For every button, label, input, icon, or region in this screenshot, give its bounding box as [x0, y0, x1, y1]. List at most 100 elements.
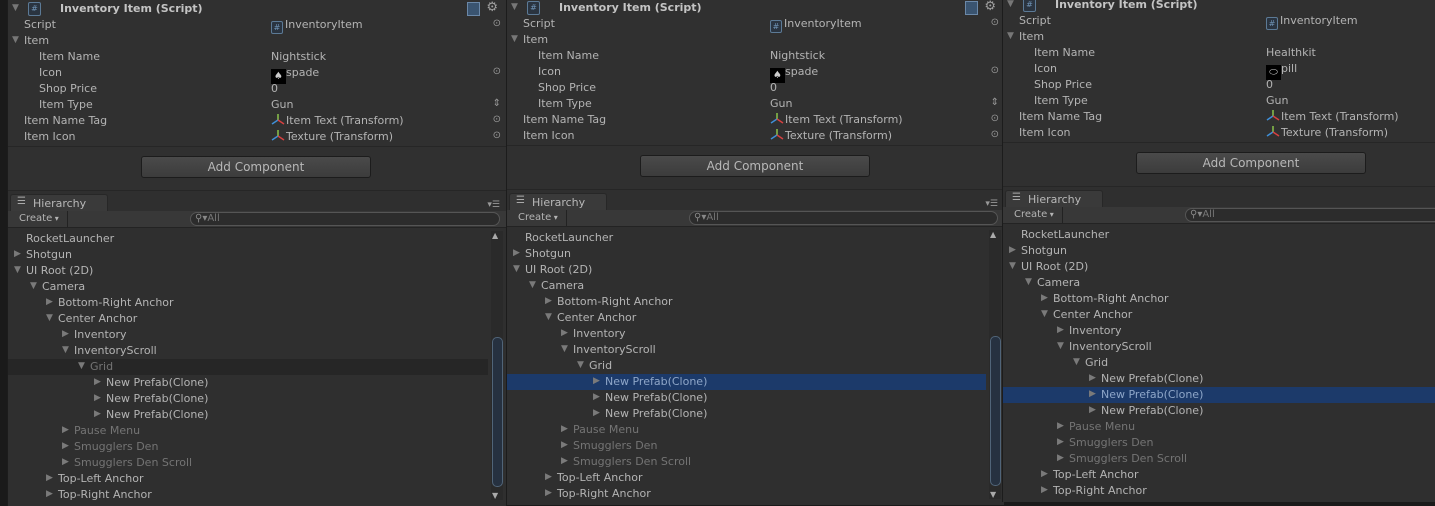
hierarchy-item[interactable]: ▼ Center Anchor: [8, 311, 488, 327]
expanded-arrow-icon[interactable]: ▼: [62, 345, 69, 355]
hierarchy-item[interactable]: ▶ Smugglers Den Scroll: [8, 455, 488, 471]
hierarchy-item[interactable]: ▶ New Prefab(Clone): [8, 391, 488, 407]
expanded-arrow-icon[interactable]: ▼: [529, 280, 536, 290]
collapsed-arrow-icon[interactable]: ▶: [1089, 373, 1096, 383]
collapsed-arrow-icon[interactable]: ▶: [593, 408, 600, 418]
expanded-arrow-icon[interactable]: ▼: [561, 344, 568, 354]
target-icon[interactable]: ⊙: [991, 17, 999, 28]
panel-menu-icon[interactable]: ▾☰: [487, 200, 500, 210]
scrollbar-thumb[interactable]: [990, 336, 1001, 486]
hierarchy-item[interactable]: ▼ Camera: [507, 278, 986, 294]
collapsed-arrow-icon[interactable]: ▶: [1041, 485, 1048, 495]
expanded-arrow-icon[interactable]: ▼: [545, 312, 552, 322]
hierarchy-item[interactable]: ▶ Inventory: [1003, 323, 1435, 339]
create-dropdown[interactable]: Create ▾: [13, 211, 68, 227]
hierarchy-item[interactable]: ▶ New Prefab(Clone): [507, 406, 986, 422]
property-row[interactable]: Item Name Nightstick: [507, 48, 1004, 64]
expanded-arrow-icon[interactable]: ▼: [577, 360, 584, 370]
collapsed-arrow-icon[interactable]: ▶: [561, 456, 568, 466]
property-value[interactable]: # InventoryItem: [770, 17, 862, 33]
search-input[interactable]: ⚲▾All: [689, 211, 998, 225]
collapsed-arrow-icon[interactable]: ▶: [545, 296, 552, 306]
collapsed-arrow-icon[interactable]: ▶: [1057, 325, 1064, 335]
property-value[interactable]: Nightstick: [271, 50, 326, 63]
property-value[interactable]: Gun: [271, 98, 293, 111]
collapsed-arrow-icon[interactable]: ▶: [545, 488, 552, 498]
collapsed-arrow-icon[interactable]: ▶: [561, 424, 568, 434]
foldout-arrow-icon[interactable]: ▼: [1007, 0, 1014, 9]
hierarchy-item[interactable]: ▶ Shotgun: [1003, 243, 1435, 259]
property-value[interactable]: Texture (Transform): [271, 130, 393, 143]
hierarchy-item[interactable]: ▶ New Prefab(Clone): [507, 390, 986, 406]
scroll-down-arrow-icon[interactable]: ▼: [492, 491, 498, 500]
hierarchy-item[interactable]: ▼ Camera: [8, 279, 488, 295]
expanded-arrow-icon[interactable]: ▼: [1041, 309, 1048, 319]
collapsed-arrow-icon[interactable]: ▶: [1057, 453, 1064, 463]
collapsed-arrow-icon[interactable]: ▶: [1009, 245, 1016, 255]
hierarchy-item[interactable]: ▼ Grid: [507, 358, 986, 374]
hierarchy-item[interactable]: ▼ InventoryScroll: [1003, 339, 1435, 355]
collapsed-arrow-icon[interactable]: ▶: [46, 297, 53, 307]
property-row[interactable]: Icon ♠ spade ⊙: [507, 64, 1004, 83]
target-icon[interactable]: ⊙: [991, 113, 999, 124]
create-dropdown[interactable]: Create ▾: [512, 210, 567, 226]
expanded-arrow-icon[interactable]: ▼: [1009, 261, 1016, 271]
expanded-arrow-icon[interactable]: ▼: [1073, 357, 1080, 367]
expanded-arrow-icon[interactable]: ▼: [46, 313, 53, 323]
expanded-arrow-icon[interactable]: ▼: [78, 361, 85, 371]
property-row[interactable]: Item Name Nightstick: [8, 49, 506, 65]
hierarchy-item[interactable]: RocketLauncher: [507, 230, 986, 246]
property-value[interactable]: 0: [770, 81, 777, 94]
collapsed-arrow-icon[interactable]: ▶: [62, 425, 69, 435]
hierarchy-item[interactable]: ▶ Bottom-Right Anchor: [8, 295, 488, 311]
hierarchy-item[interactable]: ▼ Camera: [1003, 275, 1435, 291]
hierarchy-item[interactable]: ▶ Top-Left Anchor: [1003, 467, 1435, 483]
panel-menu-icon[interactable]: ▾☰: [985, 199, 998, 209]
hierarchy-item[interactable]: ▶ Pause Menu: [8, 423, 488, 439]
property-row[interactable]: Item Name Healthkit: [1003, 45, 1435, 61]
collapsed-arrow-icon[interactable]: ▶: [1089, 389, 1096, 399]
target-icon[interactable]: ⊙: [493, 114, 501, 125]
collapsed-arrow-icon[interactable]: ▶: [561, 328, 568, 338]
expanded-arrow-icon[interactable]: ▼: [14, 265, 21, 275]
hierarchy-item[interactable]: ▶ New Prefab(Clone): [1003, 371, 1435, 387]
expanded-arrow-icon[interactable]: ▼: [513, 264, 520, 274]
collapsed-arrow-icon[interactable]: ▶: [513, 248, 520, 258]
collapsed-arrow-icon[interactable]: ▶: [1041, 293, 1048, 303]
hierarchy-item[interactable]: ▼ InventoryScroll: [507, 342, 986, 358]
property-row[interactable]: Shop Price 0: [1003, 77, 1435, 93]
property-value[interactable]: Gun: [770, 97, 792, 110]
property-value[interactable]: # InventoryItem: [1266, 14, 1358, 30]
collapsed-arrow-icon[interactable]: ▶: [62, 441, 69, 451]
gear-icon[interactable]: ⚙: [486, 0, 498, 15]
hierarchy-item[interactable]: ▼ Grid: [1003, 355, 1435, 371]
property-row[interactable]: Script # InventoryItem ⊙: [8, 17, 506, 34]
collapsed-arrow-icon[interactable]: ▶: [94, 377, 101, 387]
add-component-button[interactable]: Add Component: [1136, 152, 1366, 174]
property-row[interactable]: Shop Price 0: [507, 80, 1004, 96]
property-value[interactable]: # InventoryItem: [271, 18, 363, 34]
property-row[interactable]: Item Type Gun ⇕: [507, 96, 1004, 112]
foldout-arrow-icon[interactable]: ▼: [12, 3, 19, 13]
foldout-arrow-icon[interactable]: ▼: [1007, 31, 1014, 41]
property-row[interactable]: Shop Price 0: [8, 81, 506, 97]
hierarchy-item[interactable]: ▶ Shotgun: [8, 247, 488, 263]
foldout-arrow-icon[interactable]: ▼: [511, 34, 518, 44]
collapsed-arrow-icon[interactable]: ▶: [593, 392, 600, 402]
collapsed-arrow-icon[interactable]: ▶: [545, 472, 552, 482]
hierarchy-item[interactable]: ▶ Top-Right Anchor: [8, 487, 488, 503]
enum-dropdown-arrows-icon[interactable]: ⇕: [493, 98, 501, 109]
hierarchy-item[interactable]: ▶ Top-Right Anchor: [507, 486, 986, 502]
hierarchy-item[interactable]: ▶ Smugglers Den: [1003, 435, 1435, 451]
hierarchy-item[interactable]: ▶ Pause Menu: [507, 422, 986, 438]
property-value[interactable]: Item Text (Transform): [1266, 110, 1399, 123]
collapsed-arrow-icon[interactable]: ▶: [94, 409, 101, 419]
collapsed-arrow-icon[interactable]: ▶: [1057, 437, 1064, 447]
property-row[interactable]: Item Icon Texture (Transform) ⊙: [507, 128, 1004, 144]
hierarchy-item[interactable]: RocketLauncher: [8, 231, 488, 247]
vertical-scrollbar[interactable]: ▲ ▼: [989, 230, 1001, 499]
hierarchy-item[interactable]: ▶ New Prefab(Clone): [1003, 403, 1435, 419]
help-book-icon[interactable]: [965, 1, 978, 15]
collapsed-arrow-icon[interactable]: ▶: [62, 329, 69, 339]
target-icon[interactable]: ⊙: [493, 66, 501, 77]
